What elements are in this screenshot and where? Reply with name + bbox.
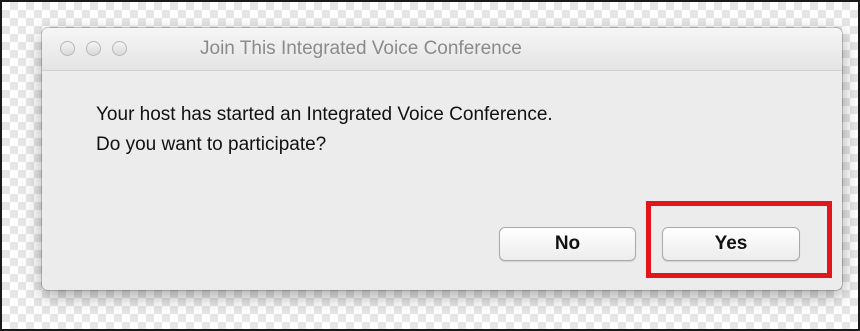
screenshot-canvas: Join This Integrated Voice Conference Yo… [0, 0, 860, 331]
join-conference-dialog: Join This Integrated Voice Conference Yo… [42, 28, 842, 290]
minimize-icon[interactable] [86, 41, 101, 56]
zoom-icon[interactable] [112, 41, 127, 56]
dialog-message-line-1: Your host has started an Integrated Voic… [96, 104, 553, 125]
no-button[interactable]: No [499, 227, 636, 261]
window-controls [60, 41, 127, 56]
dialog-title: Join This Integrated Voice Conference [200, 38, 522, 59]
yes-button[interactable]: Yes [662, 227, 800, 261]
close-icon[interactable] [60, 41, 75, 56]
dialog-message-line-2: Do you want to participate? [96, 134, 327, 155]
dialog-message: Your host has started an Integrated Voic… [96, 100, 553, 160]
dialog-titlebar: Join This Integrated Voice Conference [42, 28, 842, 71]
